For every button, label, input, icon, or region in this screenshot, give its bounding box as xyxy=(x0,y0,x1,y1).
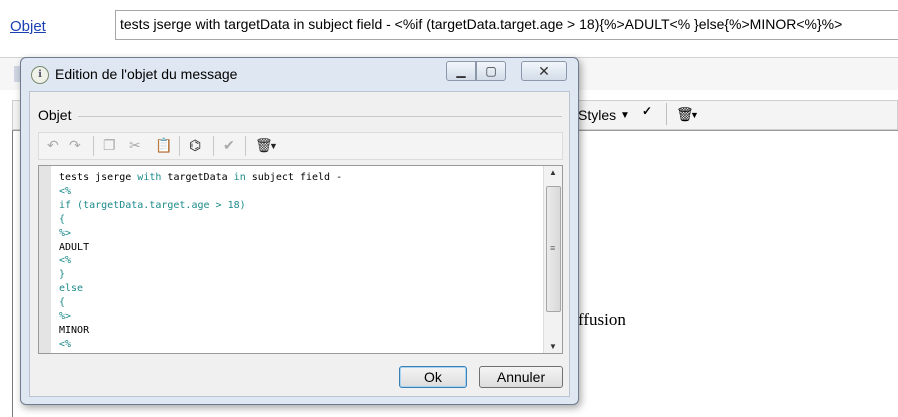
code-editor[interactable]: tests jserge with targetData in subject … xyxy=(38,165,563,354)
dialog-titlebar[interactable]: ℹ Edition de l'objet du message ▁ ▢ ✕ xyxy=(21,58,578,90)
dialog-title: Edition de l'objet du message xyxy=(55,66,238,82)
toolbar-separator xyxy=(93,136,94,156)
code-line[interactable]: } xyxy=(59,352,342,354)
close-button[interactable]: ✕ xyxy=(521,61,567,81)
code-line[interactable]: tests jserge with targetData in subject … xyxy=(59,171,342,185)
spellcheck-icon[interactable]: ✓ xyxy=(642,104,652,118)
code-text[interactable]: tests jserge with targetData in subject … xyxy=(59,171,342,354)
editor-toolbar: ↶ ↷ ❐ ✂ 📋 ⌬ ✔ 🗑 ▼ xyxy=(38,132,563,160)
scroll-down-icon[interactable]: ▼ xyxy=(544,342,562,351)
code-line[interactable]: { xyxy=(59,213,342,227)
styles-dropdown[interactable]: Styles xyxy=(578,107,616,123)
code-line[interactable]: %> xyxy=(59,227,342,241)
toolbar-separator xyxy=(213,136,214,156)
ok-button[interactable]: Ok xyxy=(399,366,467,388)
code-line[interactable]: <% xyxy=(59,338,342,352)
chevron-down-icon[interactable]: ▼ xyxy=(269,141,278,151)
toolbar-separator xyxy=(179,136,180,156)
undo-icon[interactable]: ↶ xyxy=(47,137,59,154)
cut-icon[interactable]: ✂ xyxy=(129,137,141,154)
code-line[interactable]: if (targetData.target.age > 18) xyxy=(59,199,342,213)
edit-subject-dialog: ℹ Edition de l'objet du message ▁ ▢ ✕ Ob… xyxy=(20,57,579,405)
code-line[interactable]: else xyxy=(59,282,342,296)
code-line[interactable]: %> xyxy=(59,310,342,324)
code-line[interactable]: { xyxy=(59,296,342,310)
vertical-scrollbar[interactable]: ▲ ≡ ▼ xyxy=(543,166,562,353)
toolbar-separator xyxy=(666,103,667,125)
scrollbar-thumb[interactable]: ≡ xyxy=(546,186,561,312)
code-line[interactable]: ADULT xyxy=(59,241,342,255)
toolbar-separator xyxy=(245,136,246,156)
dialog-client: Objet ↶ ↷ ❐ ✂ 📋 ⌬ ✔ 🗑 ▼ tests jserge wit… xyxy=(29,91,570,397)
grip-icon: ≡ xyxy=(550,243,556,253)
code-line[interactable]: <% xyxy=(59,185,342,199)
background-body-text: ffusion xyxy=(578,310,626,329)
code-line[interactable]: <% xyxy=(59,254,342,268)
paste-icon[interactable]: 📋 xyxy=(155,137,172,154)
group-label: Objet xyxy=(38,107,76,123)
editor-gutter xyxy=(39,166,51,353)
redo-icon[interactable]: ↷ xyxy=(69,137,81,154)
code-line[interactable]: MINOR xyxy=(59,324,342,338)
cancel-button[interactable]: Annuler xyxy=(479,366,563,388)
code-line[interactable]: } xyxy=(59,268,342,282)
app-icon: ℹ xyxy=(31,66,49,84)
group-divider xyxy=(78,116,562,117)
chevron-down-icon[interactable]: ▼ xyxy=(690,110,699,120)
maximize-button[interactable]: ▢ xyxy=(476,61,506,81)
minimize-button[interactable]: ▁ xyxy=(446,61,476,81)
objet-link[interactable]: Objet xyxy=(10,18,46,35)
binoculars-icon[interactable]: ⌬ xyxy=(189,137,201,154)
check-icon[interactable]: ✔ xyxy=(223,137,235,154)
chevron-down-icon[interactable]: ▼ xyxy=(620,110,630,121)
scroll-up-icon[interactable]: ▲ xyxy=(544,168,562,177)
copy-icon[interactable]: ❐ xyxy=(103,137,116,154)
subject-input[interactable]: tests jserge with targetData in subject … xyxy=(115,10,898,40)
